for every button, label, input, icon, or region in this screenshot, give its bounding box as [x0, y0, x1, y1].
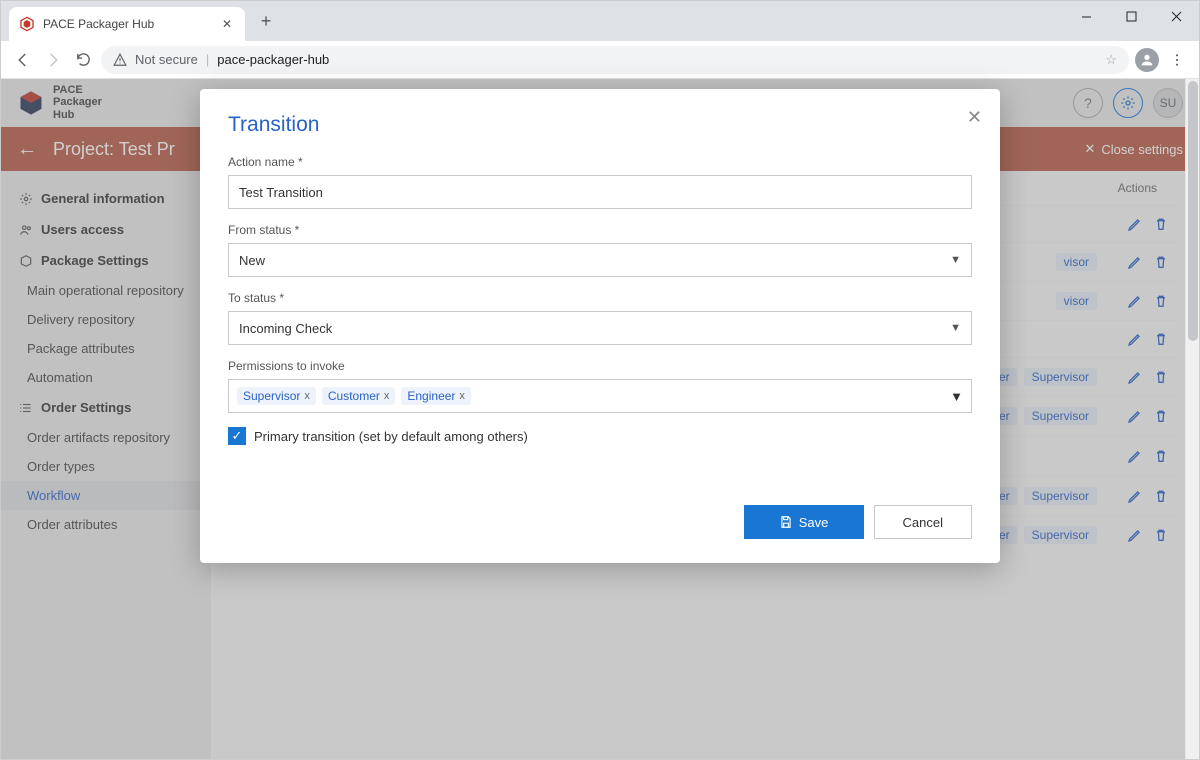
tag-remove-icon[interactable]: x: [304, 390, 310, 402]
action-name-input[interactable]: [228, 175, 972, 209]
primary-transition-checkbox[interactable]: ✓ Primary transition (set by default amo…: [228, 427, 972, 445]
tag-remove-icon[interactable]: x: [384, 390, 390, 402]
permission-tag-label: Supervisor: [243, 389, 300, 403]
address-bar: Not secure | pace-packager-hub ☆: [1, 41, 1199, 79]
cancel-label: Cancel: [903, 515, 943, 530]
checkbox-checked-icon: ✓: [228, 427, 246, 445]
save-icon: [779, 515, 793, 529]
permission-tag[interactable]: Engineer x: [401, 387, 471, 405]
window-close[interactable]: [1154, 1, 1199, 31]
to-status-value: Incoming Check: [239, 321, 332, 336]
nav-forward: [41, 48, 65, 72]
permission-tag[interactable]: Supervisor x: [237, 387, 316, 405]
modal-close-button[interactable]: ✕: [967, 107, 982, 128]
cancel-button[interactable]: Cancel: [874, 505, 972, 539]
from-status-value: New: [239, 253, 265, 268]
vertical-scrollbar[interactable]: [1185, 79, 1199, 759]
save-label: Save: [799, 515, 829, 530]
permission-tag[interactable]: Customer x: [322, 387, 396, 405]
favicon: [19, 16, 35, 32]
permission-tag-label: Customer: [328, 389, 380, 403]
window-maximize[interactable]: [1109, 1, 1154, 31]
to-status-select[interactable]: Incoming Check ▼: [228, 311, 972, 345]
from-status-select[interactable]: New ▼: [228, 243, 972, 277]
warning-icon: [113, 53, 127, 67]
url-text: pace-packager-hub: [217, 52, 329, 67]
primary-transition-label: Primary transition (set by default among…: [254, 429, 528, 444]
profile-avatar[interactable]: [1135, 48, 1159, 72]
chevron-down-icon: ▼: [950, 254, 961, 266]
tab-title: PACE Packager Hub: [43, 17, 219, 31]
transition-modal: ✕ Transition Action name * From status *…: [200, 89, 1000, 563]
tag-remove-icon[interactable]: x: [459, 390, 465, 402]
permissions-select[interactable]: Supervisor x Customer x Engineer x ▼: [228, 379, 972, 413]
tab-close-icon[interactable]: ✕: [219, 17, 235, 31]
browser-tab[interactable]: PACE Packager Hub ✕: [9, 7, 245, 41]
permissions-label: Permissions to invoke: [228, 359, 972, 373]
kebab-menu[interactable]: [1165, 48, 1189, 72]
separator: |: [206, 52, 209, 67]
from-status-label: From status *: [228, 223, 972, 237]
nav-reload[interactable]: [71, 48, 95, 72]
not-secure-label: Not secure: [135, 52, 198, 67]
window-minimize[interactable]: [1064, 1, 1109, 31]
chevron-down-icon: ▼: [950, 389, 963, 404]
modal-overlay: ✕ Transition Action name * From status *…: [1, 79, 1199, 759]
action-name-label: Action name *: [228, 155, 972, 169]
save-button[interactable]: Save: [744, 505, 864, 539]
modal-title: Transition: [228, 113, 972, 137]
permission-tag-label: Engineer: [407, 389, 455, 403]
to-status-label: To status *: [228, 291, 972, 305]
scroll-thumb[interactable]: [1188, 81, 1198, 341]
bookmark-icon[interactable]: ☆: [1105, 52, 1117, 68]
address-field[interactable]: Not secure | pace-packager-hub ☆: [101, 46, 1129, 74]
chevron-down-icon: ▼: [950, 322, 961, 334]
nav-back[interactable]: [11, 48, 35, 72]
browser-titlebar: PACE Packager Hub ✕ +: [1, 1, 1199, 41]
new-tab-button[interactable]: +: [251, 11, 281, 32]
